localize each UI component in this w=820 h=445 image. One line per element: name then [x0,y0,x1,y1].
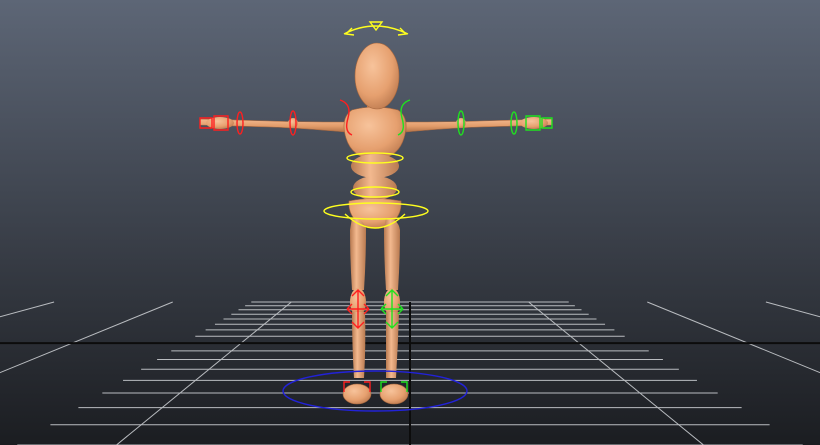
head[interactable] [354,42,400,110]
left-thigh[interactable] [350,218,366,290]
left-foot[interactable] [342,383,372,405]
right-hand[interactable] [520,117,548,129]
right-foot[interactable] [379,383,409,405]
torso-segment-upper [351,154,399,178]
3d-viewport[interactable] [0,0,820,445]
left-hand[interactable] [206,117,234,129]
viewport-canvas[interactable] [0,0,820,445]
right-thigh[interactable] [384,218,400,290]
